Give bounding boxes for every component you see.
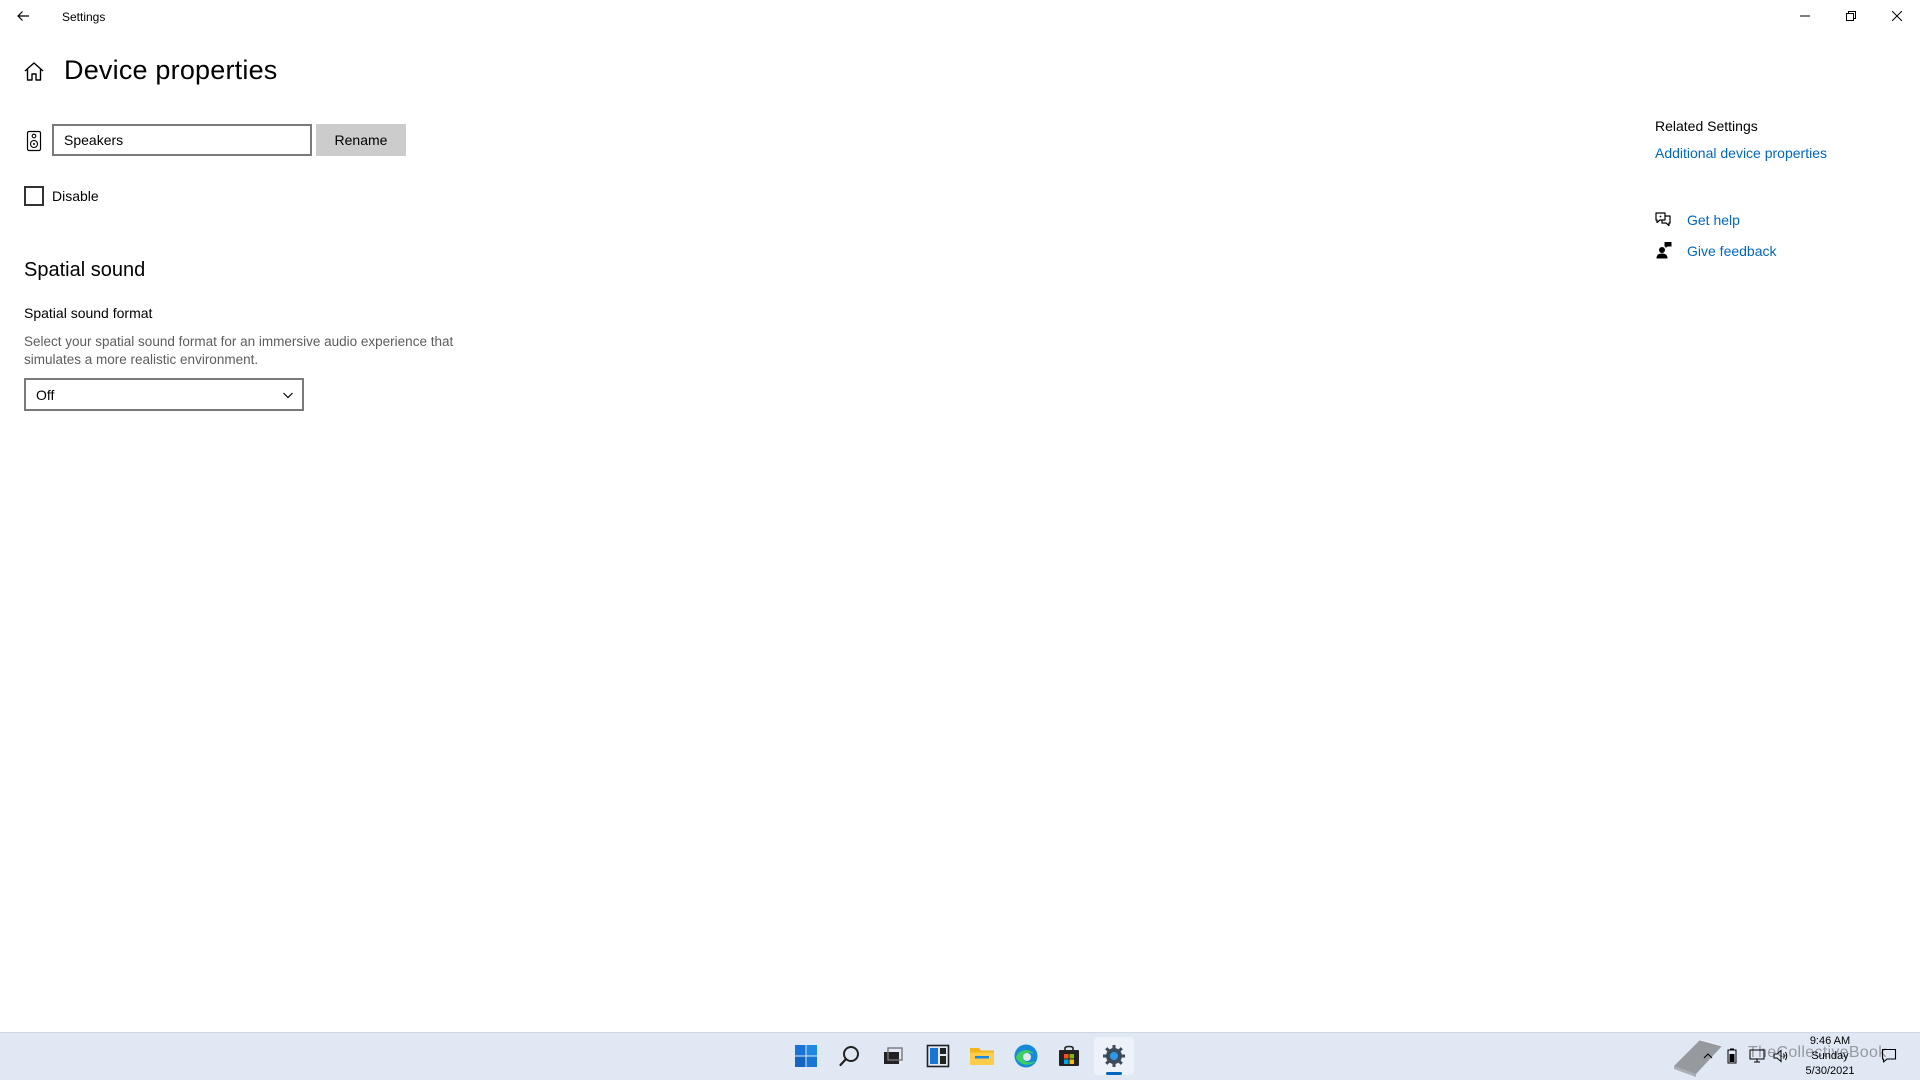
disable-label[interactable]: Disable <box>52 188 99 204</box>
notifications-button[interactable] <box>1878 1032 1900 1080</box>
windows-logo-icon <box>795 1045 817 1067</box>
book-watermark-icon <box>1670 1032 1726 1078</box>
taskbar <box>0 1032 1920 1080</box>
task-view-icon <box>884 1047 903 1064</box>
battery-tray-button[interactable] <box>1724 1032 1740 1080</box>
taskbar-clock[interactable]: 9:46 AM Sunday 5/30/2021 <box>1776 1034 1884 1079</box>
app-title: Settings <box>62 10 106 24</box>
gear-icon <box>1103 1045 1125 1067</box>
network-icon <box>1749 1049 1765 1063</box>
minimize-button[interactable] <box>1782 0 1828 32</box>
get-help-link[interactable]: Get help <box>1687 212 1740 228</box>
close-button[interactable] <box>1874 0 1920 32</box>
back-button[interactable] <box>0 0 46 32</box>
edge-button[interactable] <box>1006 1037 1046 1075</box>
file-explorer-button[interactable] <box>962 1037 1002 1075</box>
chevron-down-icon <box>283 392 293 399</box>
home-icon <box>24 62 44 81</box>
search-icon <box>839 1046 859 1067</box>
clock-day: Sunday <box>1811 1050 1849 1062</box>
clock-time: 9:46 AM <box>1809 1035 1851 1047</box>
spatial-sound-format-label: Spatial sound format <box>24 305 153 321</box>
chat-help-icon <box>1654 210 1672 228</box>
folder-icon <box>970 1048 994 1065</box>
notification-icon <box>1881 1048 1897 1063</box>
restore-button[interactable] <box>1828 0 1874 32</box>
chevron-up-icon <box>1703 1053 1713 1059</box>
additional-device-properties-link[interactable]: Additional device properties <box>1655 145 1827 161</box>
spatial-sound-heading: Spatial sound <box>24 259 146 281</box>
widgets-button[interactable] <box>918 1037 958 1075</box>
rename-button[interactable]: Rename <box>316 124 406 156</box>
task-view-button[interactable] <box>873 1037 913 1075</box>
minimize-icon <box>1800 15 1810 17</box>
page-title: Device properties <box>64 55 278 85</box>
give-feedback-link[interactable]: Give feedback <box>1687 243 1777 259</box>
store-bag-icon <box>1059 1045 1079 1066</box>
related-settings-heading: Related Settings <box>1655 118 1758 134</box>
dropdown-selected-value: Off <box>36 386 55 403</box>
spatial-sound-description: Select your spatial sound format for an … <box>24 334 454 367</box>
edge-browser-icon <box>1014 1044 1038 1068</box>
start-button[interactable] <box>786 1037 826 1075</box>
store-button[interactable] <box>1049 1037 1089 1075</box>
device-name-input[interactable] <box>52 124 312 156</box>
restore-icon <box>1846 11 1856 21</box>
tray-overflow-button[interactable] <box>1700 1032 1716 1080</box>
close-icon <box>1892 11 1902 21</box>
disable-checkbox[interactable] <box>24 186 44 206</box>
person-feedback-icon <box>1656 241 1672 259</box>
active-app-indicator <box>1106 1072 1122 1075</box>
spatial-sound-format-dropdown[interactable]: Off <box>24 378 304 411</box>
widgets-icon <box>926 1044 950 1068</box>
network-tray-button[interactable] <box>1748 1032 1766 1080</box>
speaker-icon <box>26 130 42 152</box>
settings-taskbar-button[interactable] <box>1094 1037 1134 1075</box>
battery-icon <box>1727 1048 1737 1064</box>
search-button[interactable] <box>830 1037 870 1075</box>
clock-date: 5/30/2021 <box>1805 1065 1855 1077</box>
arrow-left-icon <box>17 11 29 21</box>
title-bar: Settings <box>0 0 1920 32</box>
settings-window: Settings Device properties Rename <box>0 0 1920 1032</box>
home-button[interactable] <box>22 60 46 84</box>
